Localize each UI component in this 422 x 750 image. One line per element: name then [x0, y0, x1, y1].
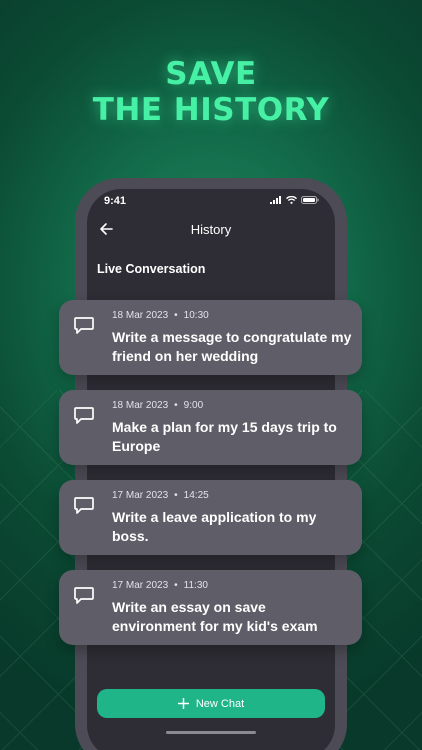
headline-line-2: THE HISTORY — [92, 92, 330, 128]
section-title: Live Conversation — [97, 262, 206, 276]
conversation-time: 10:30 — [183, 310, 209, 321]
headline: SAVE THE HISTORY — [0, 56, 422, 128]
conversation-date: 18 Mar 2023 — [112, 400, 169, 411]
conversation-text: Make a plan for my 15 days trip to Europ… — [112, 419, 337, 454]
signal-icon — [270, 196, 281, 204]
conversation-text: Write a leave application to my boss. — [112, 509, 317, 544]
conversation-meta: 18 Mar 2023 • 9:00 — [112, 400, 204, 411]
conversation-card[interactable]: 17 Mar 2023 • 11:30 Write an essay on save… — [59, 570, 362, 645]
conversation-date: 18 Mar 2023 — [112, 310, 169, 321]
conversation-time: 11:30 — [183, 580, 208, 591]
chat-bubble-icon — [74, 587, 94, 604]
phone-screen: 9:41 History Live Conversation — [87, 189, 335, 750]
conversation-meta: 17 Mar 2023 • 14:25 — [112, 490, 209, 501]
status-icons — [270, 196, 319, 204]
conversation-meta: 18 Mar 2023 • 10:30 — [112, 310, 209, 321]
headline-line-1: SAVE — [165, 56, 257, 92]
plus-icon — [177, 698, 189, 709]
conversation-time: 14:25 — [183, 490, 209, 501]
chat-bubble-icon — [74, 407, 94, 424]
new-chat-label: New Chat — [195, 697, 245, 710]
conversation-text: Write an essay on save environment for m… — [112, 599, 318, 634]
home-indicator — [166, 731, 256, 734]
chat-bubble-icon — [74, 497, 94, 514]
conversation-time: 9:00 — [183, 400, 204, 411]
conversation-card[interactable]: 18 Mar 2023 • 9:00 Make a plan for my 15 d… — [59, 390, 362, 465]
battery-icon — [301, 196, 319, 204]
chat-bubble-icon — [74, 317, 94, 334]
conversation-meta: 17 Mar 2023 • 11:30 — [112, 580, 208, 591]
page-title: History — [190, 222, 232, 237]
wifi-icon — [286, 196, 297, 204]
conversation-card[interactable]: 18 Mar 2023 • 10:30 Write a message to con… — [59, 300, 362, 375]
new-chat-button[interactable]: New Chat — [97, 689, 325, 718]
conversation-text: Write a message to congratulate my frien… — [112, 329, 352, 364]
status-time: 9:41 — [104, 195, 127, 207]
conversation-card[interactable]: 17 Mar 2023 • 14:25 Write a leave applicat… — [59, 480, 362, 555]
conversation-date: 17 Mar 2023 — [112, 580, 169, 591]
conversation-date: 17 Mar 2023 — [112, 490, 169, 501]
